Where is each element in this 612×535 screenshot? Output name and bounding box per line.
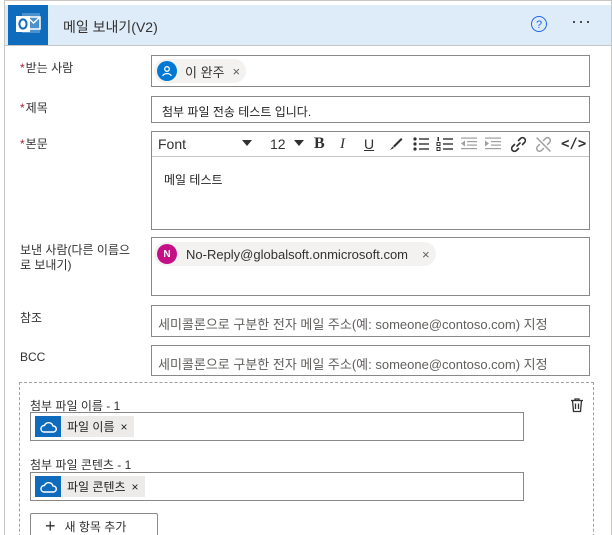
- remove-recipient-icon[interactable]: ×: [233, 64, 241, 79]
- cc-placeholder: 세미콜론으로 구분한 전자 메일 주소(예: someone@contoso.c…: [158, 317, 548, 332]
- body-content: 메일 테스트: [164, 173, 223, 187]
- bcc-label: BCC: [20, 350, 46, 364]
- required-marker: *: [20, 137, 25, 151]
- outdent-icon: [461, 137, 477, 150]
- highlight-button[interactable]: [388, 135, 404, 153]
- bullet-list-button[interactable]: [412, 135, 430, 153]
- onedrive-icon: [35, 476, 61, 497]
- body-label: *본문: [20, 137, 48, 152]
- to-label-text: 받는 사람: [25, 61, 74, 75]
- link-icon: [510, 136, 527, 152]
- to-field[interactable]: 이 완주 ×: [151, 55, 590, 87]
- underline-button[interactable]: U: [364, 135, 374, 153]
- code-view-button[interactable]: </>: [561, 135, 586, 153]
- attachment-content-label: 첨부 파일 콘텐츠 - 1: [30, 458, 132, 472]
- from-label: 보낸 사람(다른 이름으로 보내기): [20, 243, 131, 272]
- attachment-name-input[interactable]: 파일 이름 ×: [30, 412, 524, 441]
- numbered-list-icon: [436, 137, 453, 151]
- required-marker: *: [20, 101, 25, 115]
- cc-label: 참조: [20, 311, 43, 325]
- action-header[interactable]: 메일 보내기(V2) ? ···: [5, 5, 611, 46]
- remove-link-button[interactable]: [535, 135, 552, 153]
- outlook-icon: [8, 5, 48, 45]
- delete-item-icon[interactable]: [569, 397, 585, 418]
- subject-label: *제목: [20, 101, 48, 116]
- bcc-placeholder: 세미콜론으로 구분한 전자 메일 주소(예: someone@contoso.c…: [158, 357, 548, 372]
- font-select[interactable]: Font: [158, 135, 256, 153]
- file-content-token[interactable]: 파일 콘텐츠 ×: [35, 476, 145, 497]
- body-label-text: 본문: [25, 137, 48, 151]
- font-value: Font: [158, 136, 187, 152]
- bullet-list-icon: [413, 137, 429, 151]
- sender-avatar: N: [157, 244, 177, 264]
- help-icon[interactable]: ?: [531, 16, 547, 32]
- recipient-name: 이 완주: [185, 64, 225, 80]
- sender-address: No-Reply@globalsoft.onmicrosoft.com: [186, 246, 409, 262]
- editor-toolbar: Font 12 B I U </>: [152, 132, 589, 157]
- add-new-item-button[interactable]: + 새 항목 추가: [30, 513, 158, 535]
- to-label: *받는 사람: [20, 61, 73, 76]
- body-editor[interactable]: Font 12 B I U </> 메일 테스트: [151, 131, 590, 230]
- subject-value: 첨부 파일 전송 테스트 입니다.: [162, 105, 312, 119]
- brush-icon: [390, 138, 403, 150]
- remove-token-icon[interactable]: ×: [132, 480, 145, 494]
- indent-icon: [485, 137, 501, 150]
- chevron-down-icon: [294, 140, 304, 146]
- remove-sender-icon[interactable]: ×: [422, 247, 430, 262]
- bold-button[interactable]: B: [314, 135, 325, 153]
- sender-chip[interactable]: N No-Reply@globalsoft.onmicrosoft.com ×: [154, 242, 436, 266]
- file-name-token-label: 파일 이름: [67, 420, 115, 434]
- more-options-icon[interactable]: ···: [571, 11, 592, 32]
- subject-input[interactable]: 첨부 파일 전송 테스트 입니다.: [151, 96, 590, 123]
- file-name-token[interactable]: 파일 이름 ×: [35, 416, 134, 437]
- attachment-content-input[interactable]: 파일 콘텐츠 ×: [30, 472, 524, 501]
- person-icon: [157, 61, 177, 81]
- font-size-value: 12: [270, 136, 286, 152]
- bcc-input[interactable]: 세미콜론으로 구분한 전자 메일 주소(예: someone@contoso.c…: [151, 345, 590, 376]
- subject-label-text: 제목: [25, 101, 48, 115]
- insert-link-button[interactable]: [510, 135, 527, 153]
- action-card: 메일 보내기(V2) ? ··· *받는 사람 이 완주 × *제목 첨부 파일…: [4, 0, 612, 535]
- from-field[interactable]: N No-Reply@globalsoft.onmicrosoft.com ×: [151, 237, 590, 296]
- recipient-chip[interactable]: 이 완주 ×: [154, 59, 247, 83]
- remove-token-icon[interactable]: ×: [121, 420, 134, 434]
- add-new-item-label: 새 항목 추가: [64, 519, 127, 534]
- required-marker: *: [20, 61, 25, 75]
- decrease-indent-button[interactable]: [460, 135, 478, 153]
- increase-indent-button[interactable]: [484, 135, 502, 153]
- font-size-select[interactable]: 12: [270, 135, 306, 153]
- italic-button[interactable]: I: [340, 135, 345, 153]
- file-content-token-label: 파일 콘텐츠: [67, 480, 126, 494]
- top-border: [5, 0, 611, 1]
- attachments-group: 첨부 파일 이름 - 1 파일 이름 × 첨부 파일 콘텐츠 - 1 파일 콘텐…: [19, 382, 594, 535]
- numbered-list-button[interactable]: [436, 135, 454, 153]
- plus-icon: +: [45, 516, 56, 535]
- chevron-down-icon: [242, 140, 252, 146]
- unlink-icon: [535, 136, 552, 152]
- cc-input[interactable]: 세미콜론으로 구분한 전자 메일 주소(예: someone@contoso.c…: [151, 305, 590, 337]
- onedrive-icon: [35, 416, 61, 437]
- action-title: 메일 보내기(V2): [63, 19, 158, 35]
